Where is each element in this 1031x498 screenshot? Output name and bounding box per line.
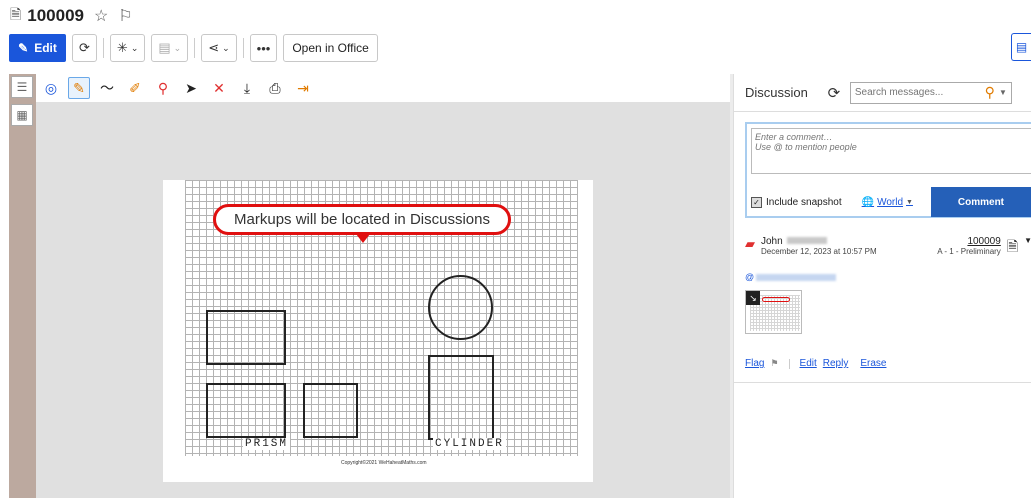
compass-icon[interactable]: ◎ (40, 77, 62, 99)
globe-icon: 🌐 (861, 196, 875, 208)
reply-link[interactable]: Reply (823, 358, 849, 369)
edit-link[interactable]: Edit (800, 358, 817, 369)
left-sidebar: ☰ ▦ (9, 74, 36, 498)
refresh-icon: ⟳ (79, 40, 90, 55)
divider (242, 38, 244, 58)
network-icon: ✳ (116, 40, 128, 55)
discussion-title: Discussion (745, 85, 808, 100)
chevron-down-icon: ▼ (906, 198, 913, 206)
document-viewer: PR1SM CYLINDER Copyright©2021 WeHaheatMa… (36, 102, 730, 498)
prism-rect-left (206, 383, 286, 438)
refresh-button[interactable]: ⟳ (72, 34, 97, 62)
document-icon[interactable]: 🗎 (1007, 236, 1018, 260)
comment-input[interactable] (751, 128, 1031, 174)
share-icon: ⋖ (208, 40, 220, 55)
discussion-message: ▰ John December 12, 2023 at 10:57 PM 100… (745, 236, 1031, 369)
flag-icon[interactable]: ⚐ (118, 6, 132, 26)
comment-icon: ▰ (745, 236, 755, 251)
composer-controls: ✓ Include snapshot 🌐 World ▼ Comment (751, 187, 1031, 217)
freehand-icon[interactable]: 〜 (96, 77, 118, 99)
expand-icon: ↘ (746, 291, 760, 305)
search-input[interactable] (854, 87, 965, 98)
divider (194, 38, 196, 58)
redacted-mention (756, 273, 837, 281)
discussion-toggle-button[interactable]: ▤ (1011, 33, 1031, 61)
redacted-name (786, 237, 827, 244)
lifecycle-button[interactable]: ▤ ⌄ (151, 34, 189, 62)
comment-icon: ▤ (1015, 40, 1028, 54)
more-button[interactable]: ••• (249, 34, 278, 62)
mention[interactable]: @ (745, 272, 1031, 282)
flag-link[interactable]: Flag (745, 358, 764, 369)
divider (734, 382, 1031, 383)
copyright-text: Copyright©2021 WeHaheatMaths.com (341, 460, 427, 466)
delete-icon[interactable]: ✕ (208, 77, 230, 99)
message-actions: Flag ⚑ Edit Reply Erase (745, 358, 1031, 369)
search-icon[interactable]: ⚲ (985, 84, 995, 101)
star-icon[interactable]: ☆ (94, 6, 108, 26)
print-icon[interactable]: ⎙ (264, 77, 286, 99)
document-page: PR1SM CYLINDER Copyright©2021 WeHaheatMa… (163, 180, 593, 482)
markup-toolbar: ◎ ✎ 〜 ✐ ⚲ ➤ ✕ ⤓ ⎙ ⇥ (36, 74, 730, 102)
chevron-down-icon[interactable]: ▼ (1024, 236, 1031, 245)
pencil-icon: ✎ (18, 41, 29, 55)
cylinder-rect (428, 355, 494, 440)
discussion-panel: Discussion ⟳ ⚲ ▼ ✓ Include snapshot 🌐 Wo… (733, 74, 1031, 498)
ellipsis-icon: ••• (256, 40, 271, 56)
chevron-down-icon[interactable]: ▼ (999, 88, 1007, 97)
document-reference[interactable]: 100009 A - 1 - Preliminary (937, 236, 1001, 256)
comment-button[interactable]: Comment (930, 187, 1031, 217)
divider (788, 358, 790, 369)
chevron-down-icon: ⌄ (173, 42, 182, 53)
include-snapshot-label: Include snapshot (766, 196, 842, 208)
visibility-label: World (877, 196, 904, 208)
erase-link[interactable]: Erase (860, 358, 886, 369)
mention-prefix: @ (745, 272, 755, 282)
exit-markup-icon[interactable]: ⇥ (292, 77, 314, 99)
cylinder-circle (428, 275, 493, 340)
visibility-dropdown[interactable]: 🌐 World ▼ (862, 197, 913, 208)
edit-button[interactable]: ✎ Edit (9, 34, 66, 62)
chevron-down-icon: ⌄ (130, 42, 139, 53)
search-box[interactable]: ⚲ ▼ (849, 81, 1012, 104)
highlighter-icon[interactable]: ✐ (124, 77, 146, 99)
discussion-header: Discussion ⟳ ⚲ ▼ (734, 74, 1031, 112)
callout-pointer (356, 234, 370, 243)
prism-label: PR1SM (243, 438, 291, 450)
thumbnail-callout (762, 297, 790, 302)
title-bar: 🗎 100009 ☆ ⚐ (0, 0, 1031, 32)
main-toolbar: ✎ Edit ⟳ ✳ ⌄ ▤ ⌄ ⋖ ⌄ ••• Open in Office ▤ (0, 33, 1031, 63)
clipboard-icon: ▤ (158, 40, 171, 55)
author-first-name: John (761, 236, 783, 247)
edit-label: Edit (34, 41, 57, 55)
document-icon: 🗎 (10, 6, 22, 22)
prism-rect-right (303, 383, 358, 438)
markup-callout[interactable]: Markups will be located in Discussions (213, 204, 511, 235)
pin-icon[interactable]: ⚲ (152, 77, 174, 99)
author-name: John (761, 236, 877, 247)
snapshot-thumbnail[interactable]: ↘ (745, 290, 802, 334)
divider (102, 38, 104, 58)
document-number[interactable]: 100009 (937, 236, 1000, 247)
relations-button[interactable]: ✳ ⌄ (109, 34, 146, 62)
download-icon[interactable]: ⤓ (236, 77, 258, 99)
cylinder-label: CYLINDER (433, 438, 506, 450)
panel-toggle-icon[interactable]: ☰ (11, 76, 33, 98)
document-status: A - 1 - Preliminary (937, 247, 1001, 256)
select-arrow-icon[interactable]: ➤ (180, 77, 202, 99)
markup-pencil-icon[interactable]: ✎ (68, 77, 90, 99)
page-title: 100009 (27, 6, 84, 25)
open-in-office-button[interactable]: Open in Office (283, 34, 378, 62)
comment-composer: ✓ Include snapshot 🌐 World ▼ Comment (745, 122, 1031, 218)
refresh-icon[interactable]: ⟳ (824, 84, 844, 102)
share-button[interactable]: ⋖ ⌄ (201, 34, 237, 62)
chevron-down-icon: ⌄ (222, 42, 230, 53)
message-header: ▰ John December 12, 2023 at 10:57 PM 100… (745, 236, 1031, 260)
form-icon[interactable]: ▦ (11, 104, 33, 126)
message-date: December 12, 2023 at 10:57 PM (761, 247, 877, 256)
prism-rect-top (206, 310, 286, 365)
snapshot-checkbox[interactable]: ✓ (751, 196, 762, 208)
flag-icon[interactable]: ⚑ (770, 358, 778, 369)
